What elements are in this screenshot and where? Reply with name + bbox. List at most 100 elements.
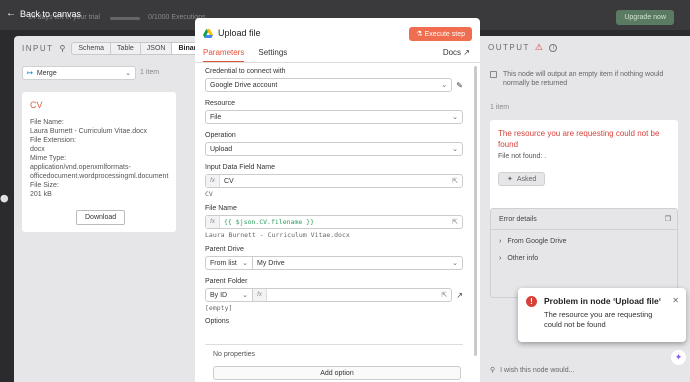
input-item-count: 1 item (140, 69, 160, 76)
merge-icon: ↦ (27, 70, 33, 77)
parent-drive-mode-select[interactable]: From list ⌄ (205, 256, 253, 270)
tab-settings[interactable]: Settings (258, 48, 287, 63)
docs-link[interactable]: Docs ↗ (443, 48, 470, 57)
file-size-label: File Size: (30, 182, 59, 189)
operation-value: Upload (210, 145, 233, 153)
fx-icon: fx (253, 289, 267, 301)
parent-folder-mode-select[interactable]: By ID ⌄ (205, 288, 253, 302)
external-link-icon[interactable]: ↗ (456, 291, 463, 300)
error-details-panel: Error details ❐ › From Google Drive › Othe… (490, 208, 678, 298)
expand-icon[interactable]: ⇱ (448, 218, 462, 226)
add-option-button[interactable]: Add option (213, 366, 461, 380)
asked-button[interactable]: ✦ Asked (498, 172, 546, 186)
error-toast: ! Problem in node ‘Upload file‘ The reso… (518, 288, 686, 342)
file-name-input[interactable]: fx {{ $json.CV.filename }} ⇱ (205, 215, 463, 229)
input-view-tabs: Schema Table JSON Binary (71, 42, 209, 55)
file-name-value: Laura Burnett - Curriculum Vitae.docx (30, 128, 147, 135)
node-parameters-panel: Upload file ⚗ Execute step Parameters Se… (195, 18, 480, 382)
error-details-row-google-drive[interactable]: › From Google Drive (499, 238, 566, 245)
mime-type-value-cont: officedocument.wordprocessingml.document (30, 173, 169, 180)
ai-assistant-button[interactable]: ✦ (671, 350, 686, 365)
lightbulb-icon: ⚲ (490, 367, 496, 374)
tab-json[interactable]: JSON (141, 43, 173, 54)
expand-icon[interactable]: ⇱ (437, 291, 451, 299)
output-header: OUTPUT ⚠ i (488, 42, 558, 53)
input-field-value: CV (224, 177, 234, 185)
credential-label: Credential to connect with (205, 68, 286, 75)
input-node-select[interactable]: ↦ Merge ⌄ (22, 66, 136, 80)
execute-step-button[interactable]: ⚗ Execute step (409, 27, 472, 41)
options-label: Options (205, 318, 230, 325)
copy-icon[interactable]: ❐ (665, 215, 671, 223)
node-title[interactable]: Upload file (218, 28, 261, 38)
upgrade-button[interactable]: Upgrade now (616, 10, 674, 25)
connector-handle-icon: ⚪ (0, 196, 9, 203)
parent-folder-input[interactable]: fx ⇱ (253, 288, 453, 302)
parent-folder-hint: [empty] (205, 304, 233, 312)
file-extension-label: File Extension: (30, 137, 76, 144)
chevron-down-icon: ⌄ (242, 292, 248, 299)
file-extension-value: docx (30, 146, 45, 153)
resource-label: Resource (205, 100, 235, 107)
input-field-hint: CV (205, 190, 213, 198)
parent-drive-mode: From list (210, 259, 237, 267)
operation-label: Operation (205, 132, 236, 139)
parent-drive-select[interactable]: My Drive ⌄ (253, 256, 463, 270)
file-name-expression: {{ $json.CV.filename }} (224, 218, 315, 226)
download-button[interactable]: Download (76, 210, 126, 225)
error-icon: ! (526, 296, 537, 307)
google-drive-icon (203, 28, 213, 38)
file-size-value: 201 kB (30, 191, 52, 198)
toast-body: The resource you are requesting could no… (544, 310, 653, 329)
credential-select[interactable]: Google Drive account ⌄ (205, 78, 453, 92)
chevron-right-icon: › (499, 238, 502, 245)
parent-drive-value: My Drive (257, 259, 285, 267)
chevron-down-icon: ⌄ (441, 82, 448, 89)
output-title: OUTPUT (488, 43, 530, 52)
search-icon[interactable]: ⚲ (60, 44, 66, 53)
file-name-label: File Name (205, 205, 237, 212)
back-to-canvas-button[interactable]: ← Back to canvas (6, 8, 81, 19)
sparkle-icon: ✦ (674, 352, 683, 362)
binary-card: CV File Name: Laura Burnett - Curriculum… (22, 92, 176, 232)
error-details-row-other-info[interactable]: › Other info (499, 255, 538, 262)
chevron-down-icon: ⌄ (452, 114, 458, 121)
parent-folder-mode: By ID (210, 291, 228, 299)
tab-table[interactable]: Table (111, 43, 141, 54)
input-title: INPUT (22, 44, 54, 53)
info-icon[interactable]: i (549, 43, 558, 52)
error-details-divider (491, 229, 677, 230)
input-header: INPUT ⚲ Schema Table JSON Binary (22, 42, 209, 55)
credential-value: Google Drive account (210, 81, 278, 89)
chevron-down-icon: ⌄ (125, 70, 131, 77)
output-item-count: 1 item (490, 104, 510, 111)
error-title: The resource you are requesting could no… (498, 129, 660, 149)
external-link-icon: ↗ (463, 48, 470, 57)
scrollbar[interactable] (474, 66, 477, 356)
input-field-label: Input Data Field Name (205, 164, 276, 171)
checkbox-icon[interactable] (490, 71, 497, 78)
arrow-left-icon: ← (6, 8, 16, 19)
operation-select[interactable]: Upload ⌄ (205, 142, 463, 156)
tab-parameters[interactable]: Parameters (203, 48, 245, 63)
parent-folder-label: Parent Folder (205, 278, 248, 285)
back-label: Back to canvas (20, 8, 82, 19)
error-details-row-label: From Google Drive (507, 238, 567, 245)
chevron-down-icon: ⌄ (242, 260, 248, 267)
input-node-label: Merge (36, 69, 57, 77)
feedback-link[interactable]: ⚲ I wish this node would... (490, 366, 574, 375)
toast-title: Problem in node ‘Upload file‘ (544, 296, 662, 306)
chevron-down-icon: ⌄ (452, 260, 458, 267)
options-empty: No properties (213, 351, 256, 358)
resource-select[interactable]: File ⌄ (205, 110, 463, 124)
input-field-input[interactable]: fx CV ⇱ (205, 174, 463, 188)
mime-type-label: Mime Type: (30, 155, 67, 162)
expand-icon[interactable]: ⇱ (448, 177, 462, 185)
resource-value: File (210, 113, 222, 121)
tab-schema[interactable]: Schema (72, 43, 112, 54)
edit-pencil-icon[interactable]: ✎ (456, 81, 463, 90)
execute-step-label: Execute step (424, 31, 465, 38)
close-icon[interactable]: ✕ (672, 296, 679, 305)
chevron-down-icon: ⌄ (452, 146, 458, 153)
asked-label: Asked (516, 175, 537, 183)
